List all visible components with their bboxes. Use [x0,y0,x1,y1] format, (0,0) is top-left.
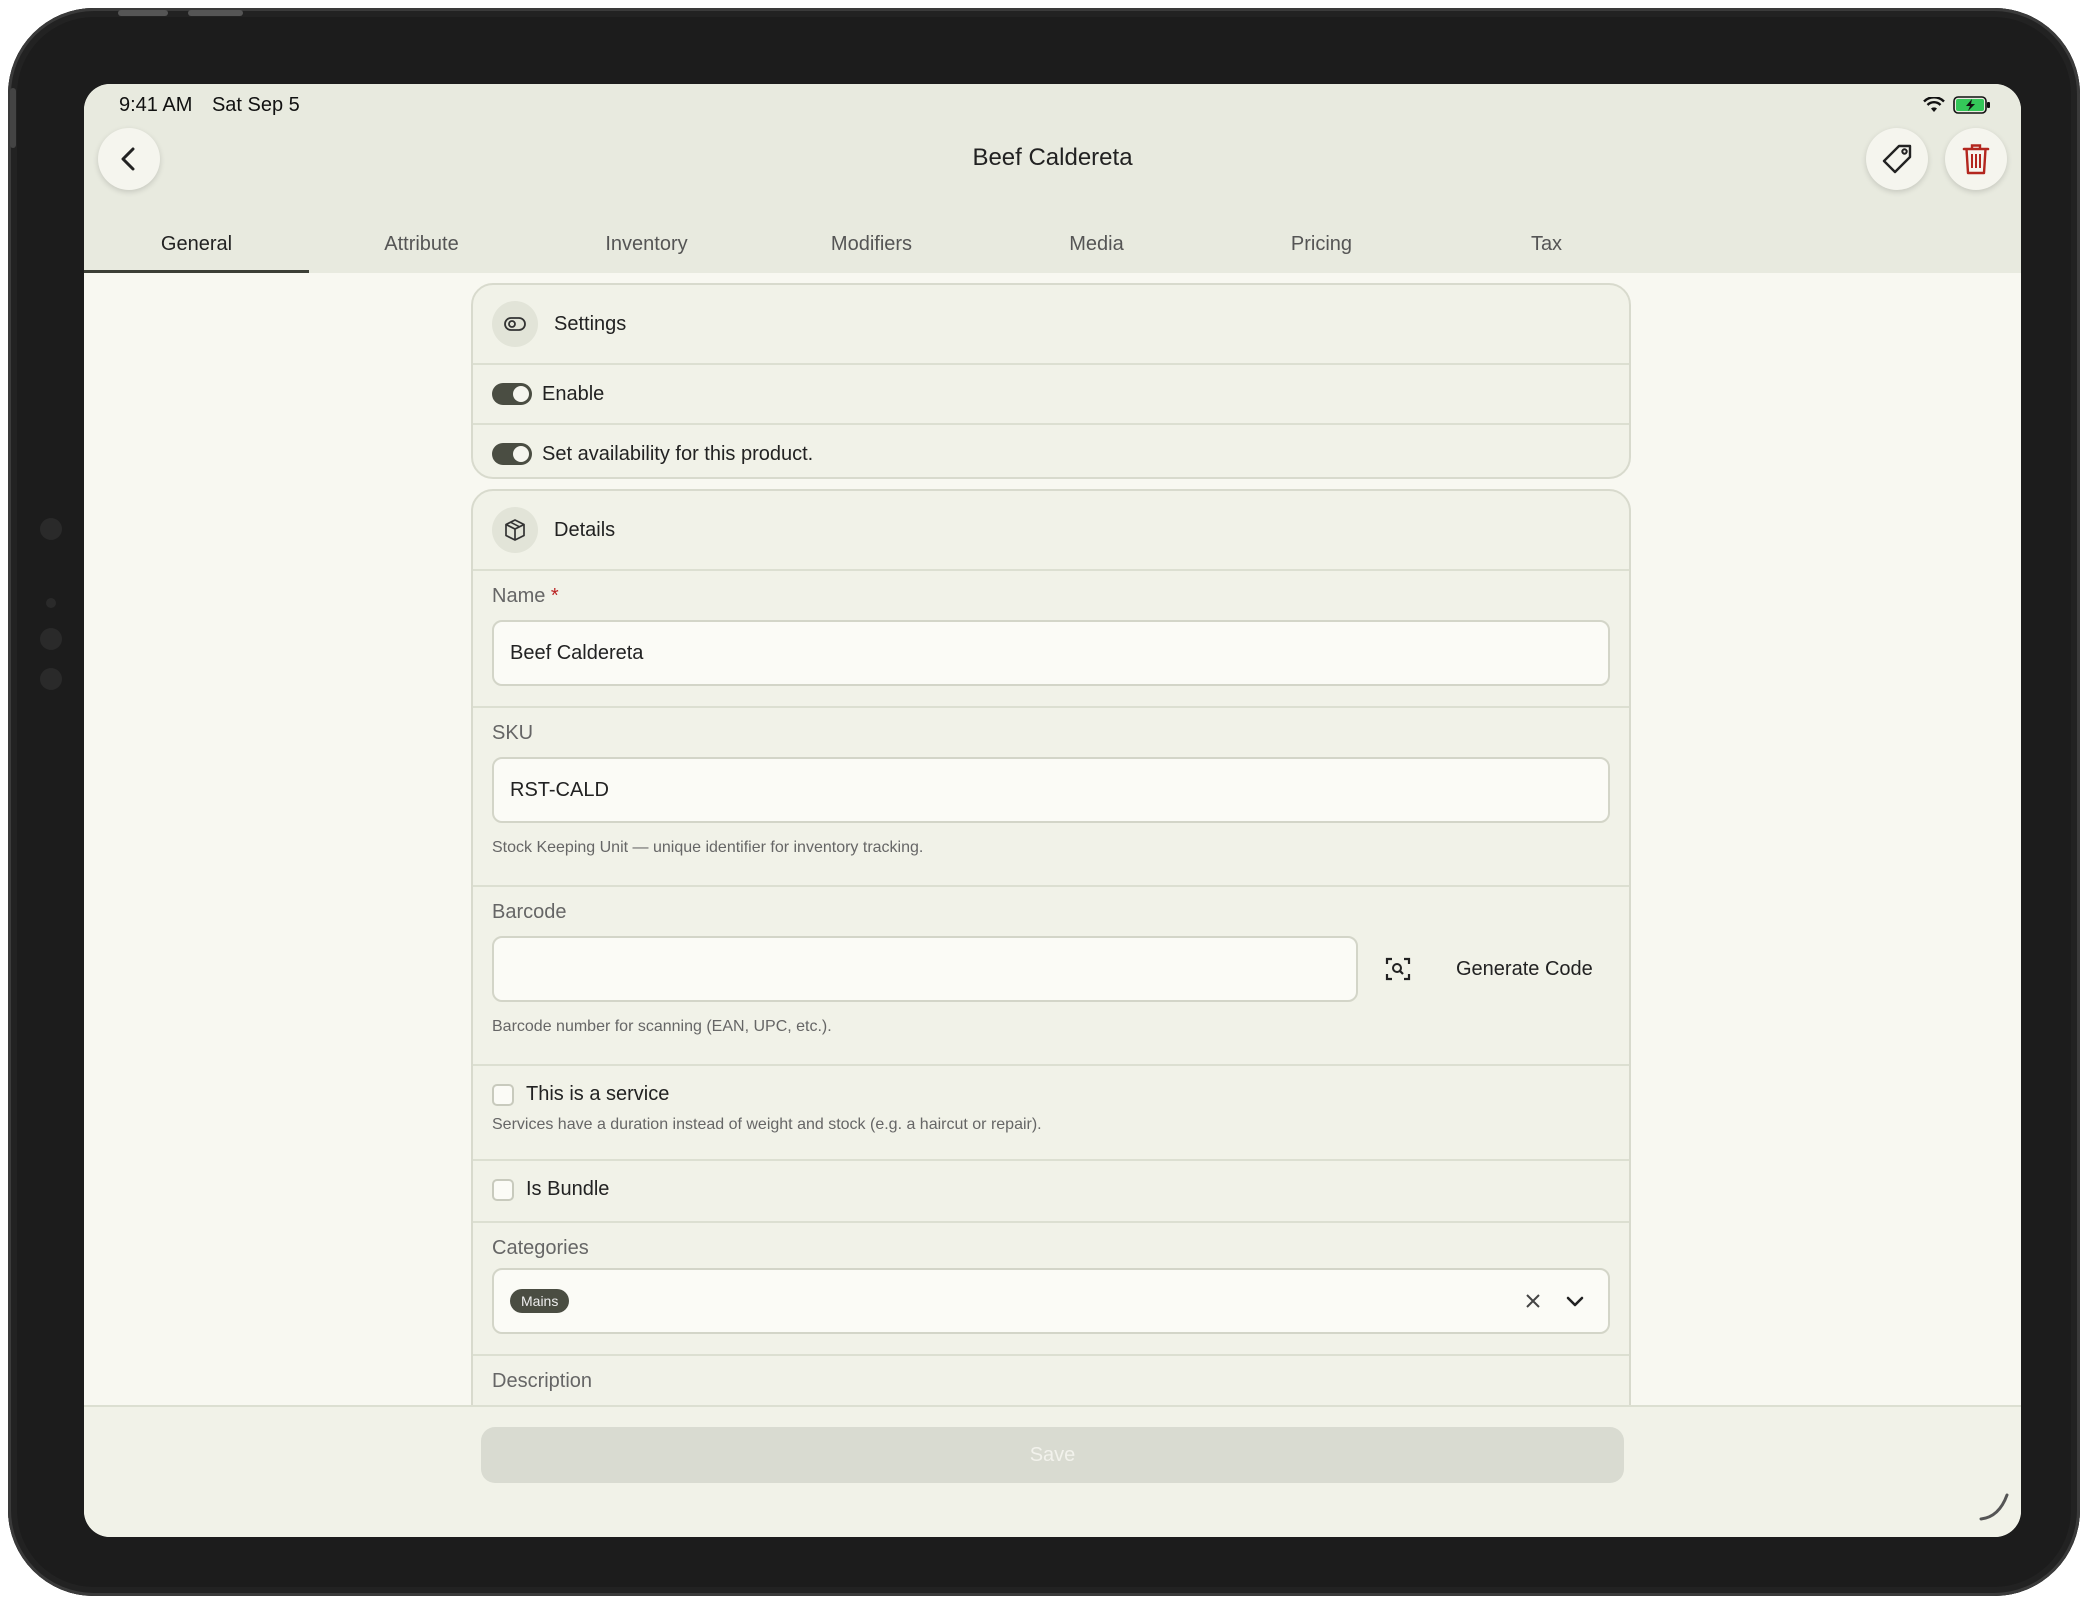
clear-icon[interactable] [1524,1292,1542,1310]
enable-row: Enable [473,365,1629,425]
device-sensor [40,518,62,540]
bundle-row: Is Bundle [492,1161,1610,1201]
details-title: Details [554,518,616,541]
trash-icon [1962,144,1990,175]
save-button[interactable]: Save [481,1427,1624,1483]
settings-icon-wrap [492,301,538,347]
service-label: This is a service [526,1083,670,1105]
bundle-section: Is Bundle [473,1161,1629,1223]
device-sensor [40,668,62,690]
battery-charging-icon [1953,96,1990,114]
device-button [10,88,16,148]
barcode-label: Barcode [492,901,567,923]
barcode-input[interactable] [492,936,1358,1002]
tab-bar: General Attribute Inventory Modifiers Me… [84,224,1685,273]
generate-code-button[interactable]: Generate Code [1456,958,1593,981]
name-label: Name * [492,571,1610,608]
details-card: Details Name * Beef Caldereta SKU RST-CA… [471,489,1631,1483]
availability-row: Set availability for this product. [473,425,1629,477]
categories-label: Categories [492,1237,589,1259]
tab-attribute[interactable]: Attribute [309,224,534,273]
status-date: Sat Sep 5 [211,94,300,116]
status-bar-time: 9:41 AM Sat Sep 5 [119,94,314,117]
resize-handle-icon [1979,1493,2009,1521]
name-section: Name * Beef Caldereta [473,571,1629,708]
toggle-settings-icon [504,317,526,331]
tag-icon [1882,144,1912,174]
sku-hint: Stock Keeping Unit — unique identifier f… [492,839,924,856]
tab-pricing[interactable]: Pricing [1209,224,1434,273]
box-icon [505,519,525,541]
form-scroll-area[interactable]: Settings Enable Set availability for thi… [84,273,2021,1483]
status-icons [1923,96,1991,114]
settings-card-header: Settings [473,285,1629,365]
name-input[interactable]: Beef Caldereta [492,620,1610,686]
availability-label: Set availability for this product. [542,442,814,465]
bundle-label: Is Bundle [526,1178,610,1200]
sku-label: SKU [492,722,534,744]
categories-controls [1524,1290,1586,1312]
status-time: 9:41 AM [119,94,193,116]
details-icon-wrap [492,507,538,553]
chevron-down-icon[interactable] [1564,1290,1586,1312]
device-button [188,10,243,16]
categories-section: Categories Mains [473,1223,1629,1356]
service-checkbox[interactable] [492,1083,514,1106]
tab-modifiers[interactable]: Modifiers [759,224,984,273]
device-button [118,10,168,16]
service-row: This is a service [492,1066,1610,1106]
name-label-text: Name [492,585,546,607]
tab-tax[interactable]: Tax [1434,224,1659,273]
sku-section: SKU RST-CALD Stock Keeping Unit — unique… [473,708,1629,887]
availability-toggle[interactable] [492,443,532,465]
sku-input[interactable]: RST-CALD [492,757,1610,823]
wifi-icon [1923,97,1945,112]
scan-icon [1385,957,1411,981]
tab-inventory[interactable]: Inventory [534,224,759,273]
settings-title: Settings [554,312,627,335]
service-section: This is a service Services have a durati… [473,1066,1629,1161]
service-hint: Services have a duration instead of weig… [492,1116,1042,1133]
required-marker: * [550,585,559,607]
description-label: Description [492,1370,593,1392]
barcode-hint: Barcode number for scanning (EAN, UPC, e… [492,1018,832,1035]
barcode-section: Barcode Generate Code Barcode number for… [473,887,1629,1066]
enable-label: Enable [542,382,605,405]
categories-select[interactable]: Mains [492,1268,1610,1334]
enable-toggle[interactable] [492,383,532,405]
device-sensor [40,628,62,650]
footer-bar: Save [84,1405,2021,1537]
scan-barcode-button[interactable] [1380,951,1416,987]
details-card-header: Details [473,491,1629,571]
tag-button[interactable] [1866,128,1928,190]
settings-card: Settings Enable Set availability for thi… [471,283,1631,479]
tab-media[interactable]: Media [984,224,1209,273]
tab-general[interactable]: General [84,224,309,273]
app-screen: 9:41 AM Sat Sep 5 Beef Caldereta General… [84,84,2021,1537]
device-camera [46,598,56,608]
top-bar: 9:41 AM Sat Sep 5 Beef Caldereta General… [84,84,2021,273]
page-title: Beef Caldereta [972,144,1133,171]
category-chip[interactable]: Mains [510,1289,570,1313]
tablet-frame: 9:41 AM Sat Sep 5 Beef Caldereta General… [8,8,2080,1596]
bundle-checkbox[interactable] [492,1178,514,1201]
delete-button[interactable] [1945,128,2007,190]
